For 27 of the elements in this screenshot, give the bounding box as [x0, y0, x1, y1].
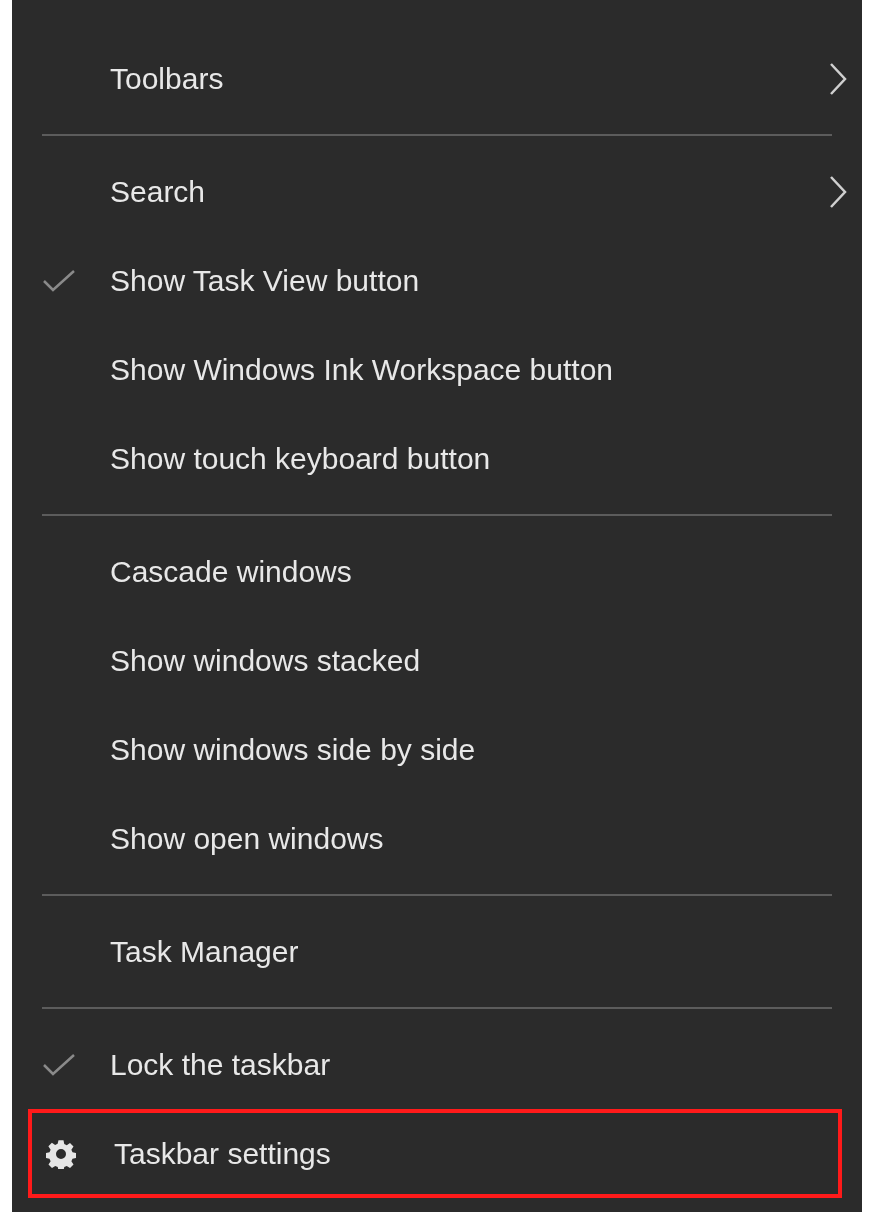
- menu-item-label: Search: [110, 174, 207, 210]
- menu-item-label: Show touch keyboard button: [110, 441, 492, 477]
- menu-item[interactable]: Show windows stacked: [12, 616, 862, 705]
- menu-item[interactable]: Show windows side by side: [12, 705, 862, 794]
- chevron-right-icon: [828, 174, 848, 209]
- menu-item[interactable]: Cascade windows: [12, 527, 862, 616]
- menu-item-label: Show Task View button: [110, 263, 421, 299]
- menu-item-label: Taskbar settings: [114, 1136, 332, 1172]
- menu-item[interactable]: Show touch keyboard button: [12, 414, 862, 503]
- menu-item[interactable]: Show open windows: [12, 794, 862, 883]
- menu-item[interactable]: Toolbars: [12, 34, 862, 123]
- menu-item[interactable]: Task Manager: [12, 907, 862, 996]
- menu-item[interactable]: Search: [12, 147, 862, 236]
- menu-item-label: Cascade windows: [110, 554, 353, 590]
- settings-icon: [46, 1138, 76, 1169]
- menu-item-label: Toolbars: [110, 61, 225, 97]
- menu-item-label: Show windows stacked: [110, 643, 422, 679]
- menu-item[interactable]: Lock the taskbar: [12, 1020, 862, 1109]
- menu-item[interactable]: Show Windows Ink Workspace button: [12, 325, 862, 414]
- chevron-right-icon: [828, 61, 848, 96]
- menu-item-label: Show open windows: [110, 821, 385, 857]
- menu-item-label: Show Windows Ink Workspace button: [110, 352, 614, 388]
- menu-item-label: Lock the taskbar: [110, 1047, 332, 1083]
- menu-item[interactable]: Taskbar settings: [28, 1109, 842, 1198]
- menu-item[interactable]: Show Task View button: [12, 236, 862, 325]
- menu-item-label: Task Manager: [110, 934, 300, 970]
- menu-item-label: Show windows side by side: [110, 732, 477, 768]
